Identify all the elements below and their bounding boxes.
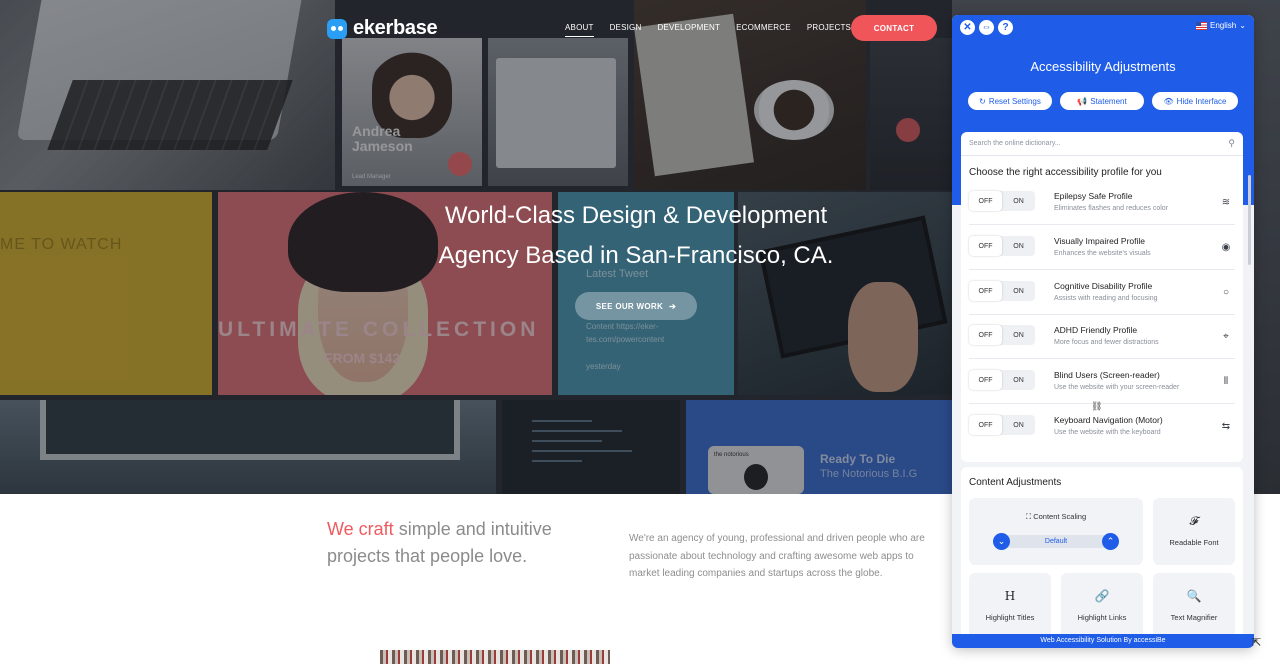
panel-actions: ↻ Reset Settings 📢 Statement 👁 Hide Interfa… bbox=[968, 92, 1238, 110]
profile-name: ADHD Friendly Profile bbox=[1054, 325, 1138, 335]
nav-item-projects[interactable]: PROJECTS bbox=[807, 23, 851, 37]
nav-item-design[interactable]: DESIGN bbox=[610, 23, 642, 37]
profile-toggle[interactable]: OFF ON bbox=[969, 370, 1035, 390]
highlight-titles-label: Highlight Titles bbox=[985, 613, 1035, 622]
profile-name: Visually Impaired Profile bbox=[1054, 236, 1146, 246]
logo-text: ekerbase bbox=[353, 17, 438, 39]
logo-icon bbox=[327, 18, 347, 39]
eye-icon: 👁 bbox=[1163, 96, 1174, 106]
language-label: English bbox=[1210, 21, 1237, 30]
profile-row: OFF ON Epilepsy Safe Profile Eliminates f… bbox=[969, 185, 1235, 225]
arrow-right-icon: ➔ bbox=[669, 301, 677, 311]
eye-icon: ◉ bbox=[1221, 241, 1231, 253]
focus-icon: ⌖ bbox=[1223, 330, 1229, 342]
see-our-work-button[interactable]: SEE OUR WORK ➔ bbox=[575, 292, 697, 320]
highlight-links-label: Highlight Links bbox=[1077, 613, 1127, 622]
profile-desc: Use the website with the keyboard bbox=[1054, 429, 1161, 436]
profile-toggle[interactable]: OFF ON bbox=[969, 191, 1035, 211]
hero-title: World-Class Design & Development Agency … bbox=[438, 202, 834, 269]
expand-icon: ⛶ bbox=[1025, 512, 1032, 521]
profile-row: OFF ON ADHD Friendly Profile More focus a… bbox=[969, 319, 1235, 359]
accessibility-icon[interactable]: ⇔ bbox=[979, 20, 994, 35]
profile-toggle[interactable]: OFF ON bbox=[969, 325, 1035, 345]
reset-settings-button[interactable]: ↻ Reset Settings bbox=[968, 92, 1052, 110]
scale-down-button[interactable]: ⌄ bbox=[993, 533, 1010, 550]
megaphone-icon: 📢 bbox=[1077, 96, 1088, 106]
readable-font-label: Readable Font bbox=[1169, 538, 1219, 547]
about-text: We're an agency of young, professional a… bbox=[629, 533, 925, 579]
cursor-icon: ⇱ bbox=[1252, 637, 1262, 649]
profile-desc: Use the website with your screen-reader bbox=[1054, 384, 1180, 391]
search-input[interactable]: Search the online dictionary... bbox=[969, 140, 1061, 147]
content-title: Content Adjustments bbox=[969, 477, 1062, 488]
profile-toggle[interactable]: OFF ON bbox=[969, 415, 1035, 435]
profile-row: OFF ON Blind Users (Screen-reader) Use th… bbox=[969, 364, 1235, 404]
circle-icon: ○ bbox=[1222, 286, 1230, 298]
scaling-value: Default bbox=[1044, 538, 1068, 545]
profile-toggle[interactable]: OFF ON bbox=[969, 281, 1035, 301]
main-nav: ABOUT DESIGN DEVELOPMENT ECOMMERCE PROJE… bbox=[565, 23, 851, 37]
profile-row: OFF ON Cognitive Disability Profile Assis… bbox=[969, 275, 1235, 315]
panel-title: Accessibility Adjustments bbox=[1030, 59, 1176, 74]
text-magnifier-label: Text Magnifier bbox=[1170, 613, 1218, 622]
language-selector[interactable]: English ⌄ bbox=[1196, 21, 1246, 30]
profile-desc: Assists with reading and focusing bbox=[1054, 295, 1158, 302]
soundwave-icon: ⫴ bbox=[1223, 375, 1229, 387]
font-icon: 𝓕 bbox=[1189, 514, 1199, 528]
profile-desc: Enhances the website's visuals bbox=[1054, 250, 1151, 257]
heading-icon: H bbox=[1004, 589, 1016, 603]
arrows-icon: ⇆ bbox=[1221, 420, 1231, 432]
hide-interface-button[interactable]: 👁 Hide Interface bbox=[1152, 92, 1238, 110]
help-icon[interactable]: ? bbox=[998, 20, 1013, 35]
profiles-card: Search the online dictionary... ⚲ Choose… bbox=[961, 132, 1243, 462]
content-adjustments-card: Content Adjustments ⛶ Content Scaling De… bbox=[961, 467, 1243, 643]
profile-row: OFF ON Keyboard Navigation (Motor) Use th… bbox=[969, 409, 1235, 449]
profile-desc: Eliminates flashes and reduces color bbox=[1054, 205, 1169, 212]
chevron-down-icon: ⌄ bbox=[1239, 21, 1246, 30]
portfolio-thumbnail bbox=[380, 650, 610, 664]
about-heading: We craft simple and intuitive projects t… bbox=[327, 516, 567, 570]
profiles-title: Choose the right accessibility profile f… bbox=[969, 167, 1162, 178]
close-icon[interactable]: ✕ bbox=[960, 20, 975, 35]
nav-item-about[interactable]: ABOUT bbox=[565, 23, 594, 37]
profile-desc: More focus and fewer distractions bbox=[1054, 339, 1159, 346]
panel-scrollbar[interactable] bbox=[1248, 175, 1251, 265]
highlight-titles-button[interactable]: H Highlight Titles bbox=[969, 573, 1051, 640]
nav-item-ecommerce[interactable]: ECOMMERCE bbox=[736, 23, 791, 37]
content-scaling-label: ⛶ Content Scaling bbox=[1025, 512, 1087, 521]
profile-row: OFF ON Visually Impaired Profile Enhances… bbox=[969, 230, 1235, 270]
magnifier-icon: 🔍 bbox=[1186, 589, 1202, 603]
search-icon[interactable]: ⚲ bbox=[1228, 138, 1235, 149]
accessibility-panel: ✕ ⇔ ? English ⌄ Accessibility Adjustment… bbox=[952, 15, 1254, 648]
contact-button[interactable]: CONTACT bbox=[851, 15, 937, 41]
highlight-links-button[interactable]: 🔗 Highlight Links bbox=[1061, 573, 1143, 640]
waves-icon: ≋ bbox=[1221, 196, 1231, 208]
profile-name: Epilepsy Safe Profile bbox=[1054, 191, 1133, 201]
site-logo[interactable]: ekerbase bbox=[327, 17, 438, 40]
profile-toggle[interactable]: OFF ON bbox=[969, 236, 1035, 256]
nav-item-development[interactable]: DEVELOPMENT bbox=[657, 23, 720, 37]
profile-name: Cognitive Disability Profile bbox=[1054, 281, 1153, 291]
scale-up-button[interactable]: ⌃ bbox=[1102, 533, 1119, 550]
link-icon: 🔗 bbox=[1094, 589, 1110, 603]
dictionary-search[interactable]: Search the online dictionary... ⚲ bbox=[961, 132, 1243, 156]
readable-font-button[interactable]: 𝓕 Readable Font bbox=[1153, 498, 1235, 565]
reset-icon: ↻ bbox=[979, 96, 986, 106]
text-magnifier-button[interactable]: 🔍 Text Magnifier bbox=[1153, 573, 1235, 640]
about-heading-accent: We craft bbox=[327, 519, 394, 539]
content-scaling-control: ⛶ Content Scaling Default ⌄ ⌃ bbox=[969, 498, 1143, 565]
profile-name: Blind Users (Screen-reader) bbox=[1054, 370, 1160, 380]
profile-name: Keyboard Navigation (Motor) bbox=[1054, 415, 1163, 425]
us-flag-icon bbox=[1196, 21, 1207, 30]
link-icon: ⛓ bbox=[1091, 401, 1103, 411]
panel-footer[interactable]: Web Accessibility Solution By accessiBe bbox=[952, 634, 1254, 648]
statement-button[interactable]: 📢 Statement bbox=[1060, 92, 1144, 110]
see-our-work-label: SEE OUR WORK bbox=[595, 301, 664, 311]
